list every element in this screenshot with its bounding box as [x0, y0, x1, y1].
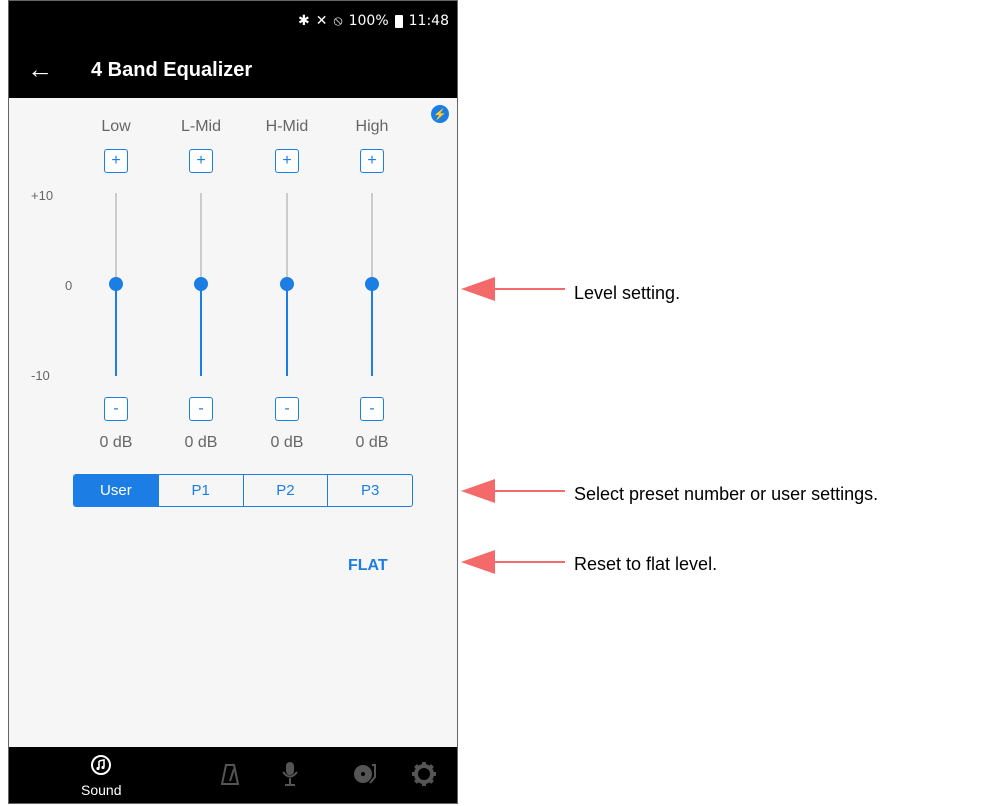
band-label-low: Low: [101, 118, 131, 135]
nav-sound-label: Sound: [81, 782, 122, 798]
preset-callout-text: Select preset number or user settings.: [574, 484, 879, 504]
app-bar: ← 4 Band Equalizer: [9, 46, 457, 98]
low-minus-button[interactable]: -: [104, 397, 128, 421]
lmid-db-value: 0 dB: [184, 434, 218, 451]
reset-callout-arrow: [461, 550, 565, 574]
phone-screen: ✱ ✕ ⦸ 100% 11:48 ← 4 Band Equalizer ⚡ Lo…: [8, 0, 458, 804]
low-slider-track[interactable]: [115, 193, 117, 284]
lmid-plus-button[interactable]: +: [189, 149, 213, 173]
axis-label-bottom: -10: [31, 368, 50, 383]
low-slider-knob[interactable]: [109, 277, 123, 291]
axis-label-top: +10: [31, 188, 54, 203]
low-slider-fill: [115, 284, 117, 376]
page-title: 4 Band Equalizer: [91, 59, 253, 81]
lmid-minus-button[interactable]: -: [189, 397, 213, 421]
mute-icon: ✕: [315, 13, 328, 29]
high-slider-knob[interactable]: [365, 277, 379, 291]
preset-user[interactable]: User: [74, 475, 158, 506]
lmid-slider-fill: [200, 284, 202, 376]
axis-label-mid: 0: [65, 278, 73, 293]
clock: 11:48: [408, 13, 449, 29]
bolt-icon[interactable]: ⚡: [431, 105, 449, 123]
metronome-icon[interactable]: [220, 763, 240, 790]
battery-icon: [394, 14, 403, 28]
preset-p2[interactable]: P2: [242, 475, 328, 506]
preset-selector: User P1 P2 P3: [73, 474, 413, 507]
nav-sound[interactable]: Sound: [81, 753, 121, 798]
lmid-slider-track[interactable]: [200, 193, 202, 284]
hmid-slider-fill: [286, 284, 288, 376]
level-callout-text: Level setting.: [574, 283, 681, 303]
preset-callout-arrow: [461, 479, 565, 503]
high-db-value: 0 dB: [355, 434, 389, 451]
bluetooth-icon: ✱: [298, 13, 310, 29]
turntable-icon[interactable]: [353, 763, 377, 790]
band-label-hmid: H-Mid: [265, 118, 309, 135]
preset-p3[interactable]: P3: [327, 475, 412, 506]
preset-p1[interactable]: P1: [157, 475, 243, 506]
band-label-lmid: L-Mid: [180, 118, 221, 135]
sound-icon: [91, 755, 111, 775]
hmid-slider-track[interactable]: [286, 193, 288, 284]
microphone-icon[interactable]: [282, 761, 298, 792]
status-bar: ✱ ✕ ⦸ 100% 11:48: [9, 1, 457, 46]
low-plus-button[interactable]: +: [104, 149, 128, 173]
flat-button[interactable]: FLAT: [348, 557, 388, 575]
level-callout-arrow: [461, 277, 565, 301]
band-label-high: High: [355, 118, 389, 135]
high-slider-fill: [371, 284, 373, 376]
high-plus-button[interactable]: +: [360, 149, 384, 173]
hmid-slider-knob[interactable]: [280, 277, 294, 291]
hmid-db-value: 0 dB: [270, 434, 304, 451]
back-arrow-icon[interactable]: ←: [27, 54, 53, 85]
reset-callout-text: Reset to flat level.: [574, 554, 718, 574]
high-minus-button[interactable]: -: [360, 397, 384, 421]
high-slider-track[interactable]: [371, 193, 373, 284]
bottom-nav: Sound: [9, 747, 457, 803]
settings-gear-icon[interactable]: [411, 761, 437, 792]
lmid-slider-knob[interactable]: [194, 277, 208, 291]
low-db-value: 0 dB: [99, 434, 133, 451]
hmid-minus-button[interactable]: -: [275, 397, 299, 421]
blocked-icon: ⦸: [333, 13, 343, 29]
hmid-plus-button[interactable]: +: [275, 149, 299, 173]
battery-percent: 100%: [348, 13, 389, 29]
